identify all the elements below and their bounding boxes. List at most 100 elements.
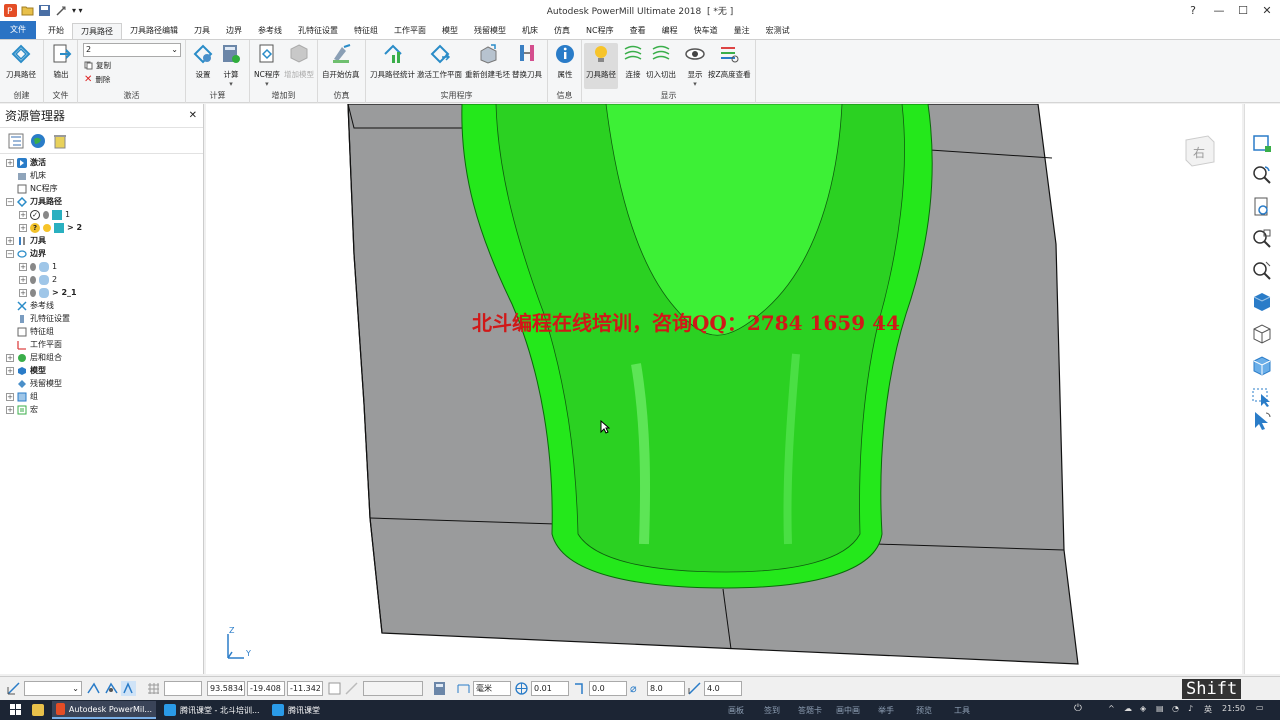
tab-boundary[interactable]: 边界 xyxy=(218,23,250,39)
tab-model[interactable]: 模型 xyxy=(434,23,466,39)
stepover-icon[interactable] xyxy=(687,681,702,696)
ime-indicator[interactable]: 英 xyxy=(1204,704,1212,715)
select-arrow-icon[interactable] xyxy=(1251,410,1273,432)
tree-item-feature-groups[interactable]: 特征组 xyxy=(17,325,54,338)
tab-workplane[interactable]: 工作平面 xyxy=(386,23,434,39)
grid-field[interactable] xyxy=(164,681,202,696)
tab-programming[interactable]: 编程 xyxy=(654,23,686,39)
measure-icon[interactable] xyxy=(344,681,359,696)
shaded-cube-icon[interactable] xyxy=(1251,290,1273,312)
taskbar-app-tencent[interactable]: 腾讯课堂 xyxy=(268,701,348,719)
units-field[interactable]: 毫米 xyxy=(473,681,511,696)
delete-button[interactable]: ✕ 删除 xyxy=(84,74,110,85)
snap-grid-icon[interactable] xyxy=(121,681,136,696)
tree-item-toolpath-2[interactable]: + ? > 2 xyxy=(19,221,82,234)
maximize-button[interactable]: ☐ xyxy=(1230,0,1256,21)
expand-icon[interactable]: + xyxy=(6,392,14,401)
tolerance-icon[interactable] xyxy=(514,681,529,696)
snap-icon[interactable] xyxy=(86,681,101,696)
tree-item-boundaries[interactable]: − 边界 xyxy=(6,247,46,260)
expand-icon[interactable]: + xyxy=(19,275,27,284)
tree-item-machine[interactable]: 机床 xyxy=(17,169,46,182)
view-cube[interactable]: 右 xyxy=(1182,132,1218,168)
replace-tool-button[interactable]: 替换刀具 xyxy=(512,43,542,80)
tray-checkin[interactable]: 签到 xyxy=(764,705,780,716)
tree-item-stock-models[interactable]: 残留模型 xyxy=(17,377,62,390)
help-icon[interactable]: ? xyxy=(1180,0,1206,21)
explorer-close-icon[interactable]: ✕ xyxy=(189,110,197,121)
activate-workplane-button[interactable]: 激活工作平面 xyxy=(417,43,462,80)
tab-machine[interactable]: 机床 xyxy=(514,23,546,39)
sim-from-start-button[interactable]: 自开始仿真 xyxy=(322,43,360,80)
units-icon[interactable] xyxy=(456,681,471,696)
rebuild-block-button[interactable]: 重新创建毛坯 xyxy=(465,43,510,80)
tray-pip[interactable]: 画中画 xyxy=(836,705,860,716)
active-toolpath-select[interactable]: 2 ⌄ xyxy=(83,43,181,57)
tree-item-boundary-2[interactable]: + 2 xyxy=(19,273,57,286)
expand-icon[interactable]: + xyxy=(19,223,27,232)
volume-icon[interactable]: ♪ xyxy=(1188,704,1193,713)
calculator-status-icon[interactable] xyxy=(432,681,447,696)
export-button[interactable]: 输出 xyxy=(50,43,72,80)
minimize-button[interactable]: — xyxy=(1206,0,1232,21)
tree-item-nc-program[interactable]: NC程序 xyxy=(17,182,58,195)
tree-item-patterns[interactable]: 参考线 xyxy=(17,299,54,312)
tree-item-workplanes[interactable]: 工作平面 xyxy=(17,338,62,351)
open-icon[interactable] xyxy=(21,4,34,17)
expand-icon[interactable]: + xyxy=(6,405,14,414)
tab-macro[interactable]: 宏测试 xyxy=(758,23,798,39)
toolpath-create-button[interactable]: 刀具路径 xyxy=(6,43,36,80)
workplane-status-icon[interactable] xyxy=(6,681,21,696)
taskbar-app-tencent-class[interactable]: 腾讯课堂 - 北斗培训... xyxy=(160,701,264,719)
collapse-icon[interactable]: − xyxy=(6,197,14,206)
display-toolpath-button[interactable]: 刀具路径 xyxy=(584,43,618,89)
copy-button[interactable]: 复制 xyxy=(84,60,111,71)
expand-icon[interactable]: + xyxy=(19,262,27,271)
network-icon[interactable]: ▤ xyxy=(1156,704,1164,713)
wireframe-cube-icon[interactable] xyxy=(1251,322,1273,344)
zoom-box-icon[interactable] xyxy=(1251,228,1273,250)
tree-item-boundary-1[interactable]: + 1 xyxy=(19,260,57,273)
tolerance-field[interactable]: 0.01 xyxy=(531,681,569,696)
tab-toolpath-edit[interactable]: 刀具路径编辑 xyxy=(122,23,186,39)
clock[interactable]: 21:50 xyxy=(1222,704,1245,713)
coord-z-field[interactable]: -11.342 xyxy=(287,681,323,696)
tab-toolpath[interactable]: 刀具路径 xyxy=(72,23,122,39)
tree-item-models[interactable]: + 模型 xyxy=(6,364,46,377)
tray-overflow-icon[interactable]: ^ xyxy=(1108,704,1115,713)
tree-item-groups[interactable]: + 组 xyxy=(6,390,38,403)
tray-tools[interactable]: 工具 xyxy=(954,705,970,716)
thickness-field[interactable]: 0.0 xyxy=(589,681,627,696)
power-icon[interactable]: ⏻ xyxy=(1074,703,1082,714)
coord-y-field[interactable]: -19.408 xyxy=(247,681,285,696)
tab-tool[interactable]: 刀具 xyxy=(186,23,218,39)
customize-qa-icon[interactable]: ▾ ▾ xyxy=(72,6,83,15)
wifi-icon[interactable]: ◔ xyxy=(1172,704,1179,713)
setup-button[interactable]: 设置 xyxy=(192,43,214,80)
tab-pattern[interactable]: 参考线 xyxy=(250,23,290,39)
shield-icon[interactable]: ◈ xyxy=(1140,704,1146,713)
show-button[interactable]: 显示 ▾ xyxy=(684,43,706,88)
save-icon[interactable] xyxy=(38,4,51,17)
tab-start[interactable]: 开始 xyxy=(40,23,72,39)
close-button[interactable]: ✕ xyxy=(1254,0,1280,21)
toolpath-stats-button[interactable]: 刀具路径统计 xyxy=(370,43,415,80)
tree-item-toolpath-1[interactable]: + ✓ 1 xyxy=(19,208,70,221)
expand-icon[interactable]: + xyxy=(6,366,14,375)
tab-simulation[interactable]: 仿真 xyxy=(546,23,578,39)
graphics-viewport[interactable]: 北斗编程在线培训，咨询QQ：2784 1659 44 右 Z Y xyxy=(206,104,1242,674)
links-button[interactable]: 连接 xyxy=(622,43,644,80)
tree-item-active[interactable]: + 激活 xyxy=(6,156,46,169)
stepover-field[interactable]: 4.0 xyxy=(704,681,742,696)
expand-icon[interactable]: + xyxy=(6,158,14,167)
expand-icon[interactable]: + xyxy=(19,210,27,219)
diameter-field[interactable]: 8.0 xyxy=(647,681,685,696)
coord-x-field[interactable]: 93.5834 xyxy=(207,681,245,696)
cloud-icon[interactable]: ☁ xyxy=(1124,704,1132,713)
globe-icon[interactable] xyxy=(30,133,46,149)
sheet-view-icon[interactable] xyxy=(1251,132,1273,154)
thickness-icon[interactable] xyxy=(572,681,587,696)
tree-item-toolpaths[interactable]: − 刀具路径 xyxy=(6,195,62,208)
zoom-rotate-icon[interactable] xyxy=(1251,164,1273,186)
refresh-page-icon[interactable] xyxy=(1251,196,1273,218)
